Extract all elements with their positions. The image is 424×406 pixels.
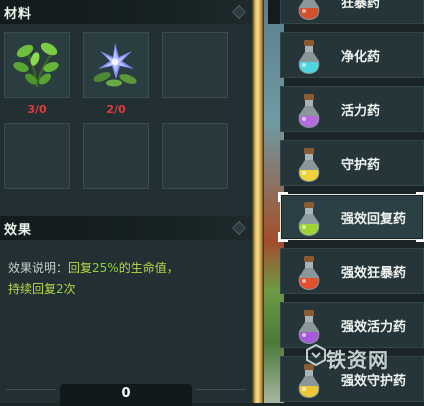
effect-title: 效果	[4, 223, 33, 238]
material-slot-6[interactable]	[162, 123, 228, 189]
potion-bottle-icon	[298, 0, 320, 20]
potion-bottle-icon	[298, 256, 320, 290]
quantity-selector[interactable]: 0	[6, 380, 246, 406]
material-slot-5[interactable]	[83, 123, 149, 189]
recipe-label: 狂暴药	[341, 0, 381, 11]
recipe-item[interactable]: 活力药	[280, 86, 424, 132]
green-herb-icon	[13, 42, 59, 88]
divider-line	[196, 389, 246, 390]
potion-bottle-icon	[298, 310, 320, 344]
gold-divider	[252, 0, 264, 403]
recipe-label: 活力药	[341, 104, 381, 119]
recipe-item[interactable]: 强效回复药	[278, 192, 424, 242]
material-slot-4[interactable]	[4, 123, 70, 189]
potion-bottle-icon	[298, 40, 320, 74]
recipe-item[interactable]: 狂暴药	[280, 0, 424, 24]
selection-corner	[278, 232, 288, 242]
crafting-panel: 材料 3/0 2/0 效果 效果说明：回复25%的生命值， 持续回复2次 0	[0, 0, 252, 406]
materials-title: 材料	[4, 7, 33, 22]
effect-repeat-count: 2	[56, 282, 64, 296]
blue-flower-icon	[93, 43, 137, 87]
potion-bottle-icon	[298, 148, 320, 182]
selection-corner	[416, 192, 424, 202]
divider-line	[6, 389, 56, 390]
selection-corner	[416, 232, 424, 242]
material-slot-1[interactable]	[4, 32, 70, 98]
diamond-ornament-icon	[231, 220, 247, 236]
material-slot-2[interactable]	[83, 32, 149, 98]
quantity-value: 0	[121, 386, 131, 401]
selection-corner	[278, 192, 288, 202]
recipe-list[interactable]: 列表 狂暴药净化药活力药守护药强效回复药强效狂暴药强效活力药强效守护药	[268, 0, 424, 403]
watermark-logo-icon	[305, 343, 327, 367]
effect-line1-a: 回复	[68, 261, 93, 275]
potion-bottle-icon	[298, 94, 320, 128]
recipe-item[interactable]: 净化药	[280, 32, 424, 78]
effect-line1-c: 的生命值，	[118, 261, 179, 275]
effect-header: 效果	[0, 216, 252, 240]
recipe-label: 强效狂暴药	[341, 266, 407, 281]
effect-desc-prefix: 效果说明：	[8, 261, 69, 275]
effect-heal-percent: 25%	[92, 261, 119, 275]
effect-line2-c: 次	[63, 282, 76, 296]
material-slot-3[interactable]	[162, 32, 228, 98]
diamond-ornament-icon	[231, 4, 247, 20]
recipe-label: 净化药	[341, 50, 381, 65]
recipe-label: 守护药	[341, 158, 381, 173]
watermark-text: 铁资网	[326, 348, 389, 372]
recipe-label: 强效活力药	[341, 320, 407, 335]
materials-header: 材料	[0, 0, 252, 24]
recipe-item[interactable]: 强效活力药	[280, 302, 424, 348]
recipe-item[interactable]: 强效狂暴药	[280, 248, 424, 294]
material-count-2: 2/0	[106, 103, 126, 116]
effect-description: 效果说明：回复25%的生命值， 持续回复2次	[8, 258, 244, 300]
effect-line2-a: 持续回复	[8, 282, 57, 296]
recipe-label: 强效回复药	[341, 212, 407, 227]
recipe-item[interactable]: 守护药	[280, 140, 424, 186]
material-count-1: 3/0	[27, 103, 47, 116]
potion-bottle-icon	[298, 202, 320, 236]
